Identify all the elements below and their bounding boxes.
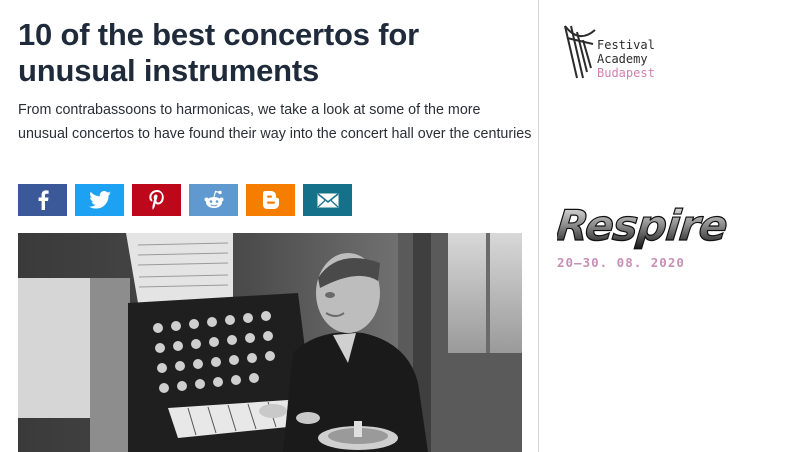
share-facebook-button[interactable] [18,184,67,216]
share-pinterest-button[interactable] [132,184,181,216]
article-title: 10 of the best concertos for unusual ins… [18,17,523,89]
brand-line: Academy [597,52,648,66]
respire-title: Respire [557,201,729,250]
share-email-button[interactable] [303,184,352,216]
sidebar-advertisement[interactable]: Festival Academy Budapest Respire 20–30.… [539,0,800,452]
facebook-icon [38,190,49,210]
email-icon [317,192,338,207]
hero-photo [18,233,522,452]
share-twitter-button[interactable] [75,184,124,216]
brand-line: Festival [597,38,655,52]
standfirst-line: From contrabassoons to harmonicas, we ta… [18,102,481,118]
hero-photo-graphic [18,233,522,452]
article-title-line: 10 of the best concertos for [18,17,419,52]
share-blogger-button[interactable] [246,184,295,216]
article-title-line: unusual instruments [18,53,320,88]
reddit-icon [204,190,223,208]
twitter-icon [88,191,111,209]
brand-line: Budapest [597,66,655,80]
festival-dates: 20–30. 08. 2020 [557,255,685,270]
blogger-icon [262,191,279,209]
respire-campaign-logo: Respire [557,201,730,251]
article-standfirst: From contrabassoons to harmonicas, we ta… [18,98,538,146]
festival-academy-logo-icon [564,25,596,79]
share-reddit-button[interactable] [189,184,238,216]
standfirst-line: unusual concertos to have found their wa… [18,126,532,142]
festival-academy-wordmark: Festival Academy Budapest [597,38,655,80]
pinterest-icon [148,190,164,210]
